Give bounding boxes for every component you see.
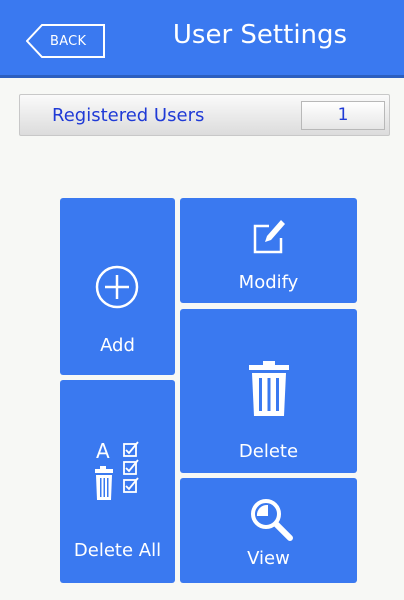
delete-all-icon-letter: A <box>96 439 110 463</box>
view-label: View <box>247 548 290 569</box>
modify-button[interactable]: Modify <box>180 198 357 303</box>
trash-icon <box>249 361 289 416</box>
page-title: User Settings <box>172 20 348 50</box>
header-bar: BACK User Settings <box>0 0 404 78</box>
delete-label: Delete <box>238 441 299 462</box>
registered-users-label: Registered Users <box>52 105 205 126</box>
magnifier-icon <box>251 499 293 541</box>
add-label: Add <box>100 335 135 356</box>
edit-icon <box>253 220 285 254</box>
view-button[interactable]: View <box>180 478 357 583</box>
registered-users-bar: Registered Users 1 <box>19 94 390 136</box>
delete-all-icon: A <box>95 439 139 500</box>
modify-label: Modify <box>238 272 299 293</box>
registered-users-count: 1 <box>301 101 385 130</box>
plus-circle-icon <box>95 265 139 309</box>
delete-all-label: Delete All <box>73 540 162 561</box>
delete-all-button[interactable]: A Delete All <box>60 380 175 583</box>
delete-button[interactable]: Delete <box>180 309 357 473</box>
back-button[interactable]: BACK <box>26 24 106 58</box>
back-button-label: BACK <box>50 34 87 49</box>
add-button[interactable]: Add <box>60 198 175 375</box>
